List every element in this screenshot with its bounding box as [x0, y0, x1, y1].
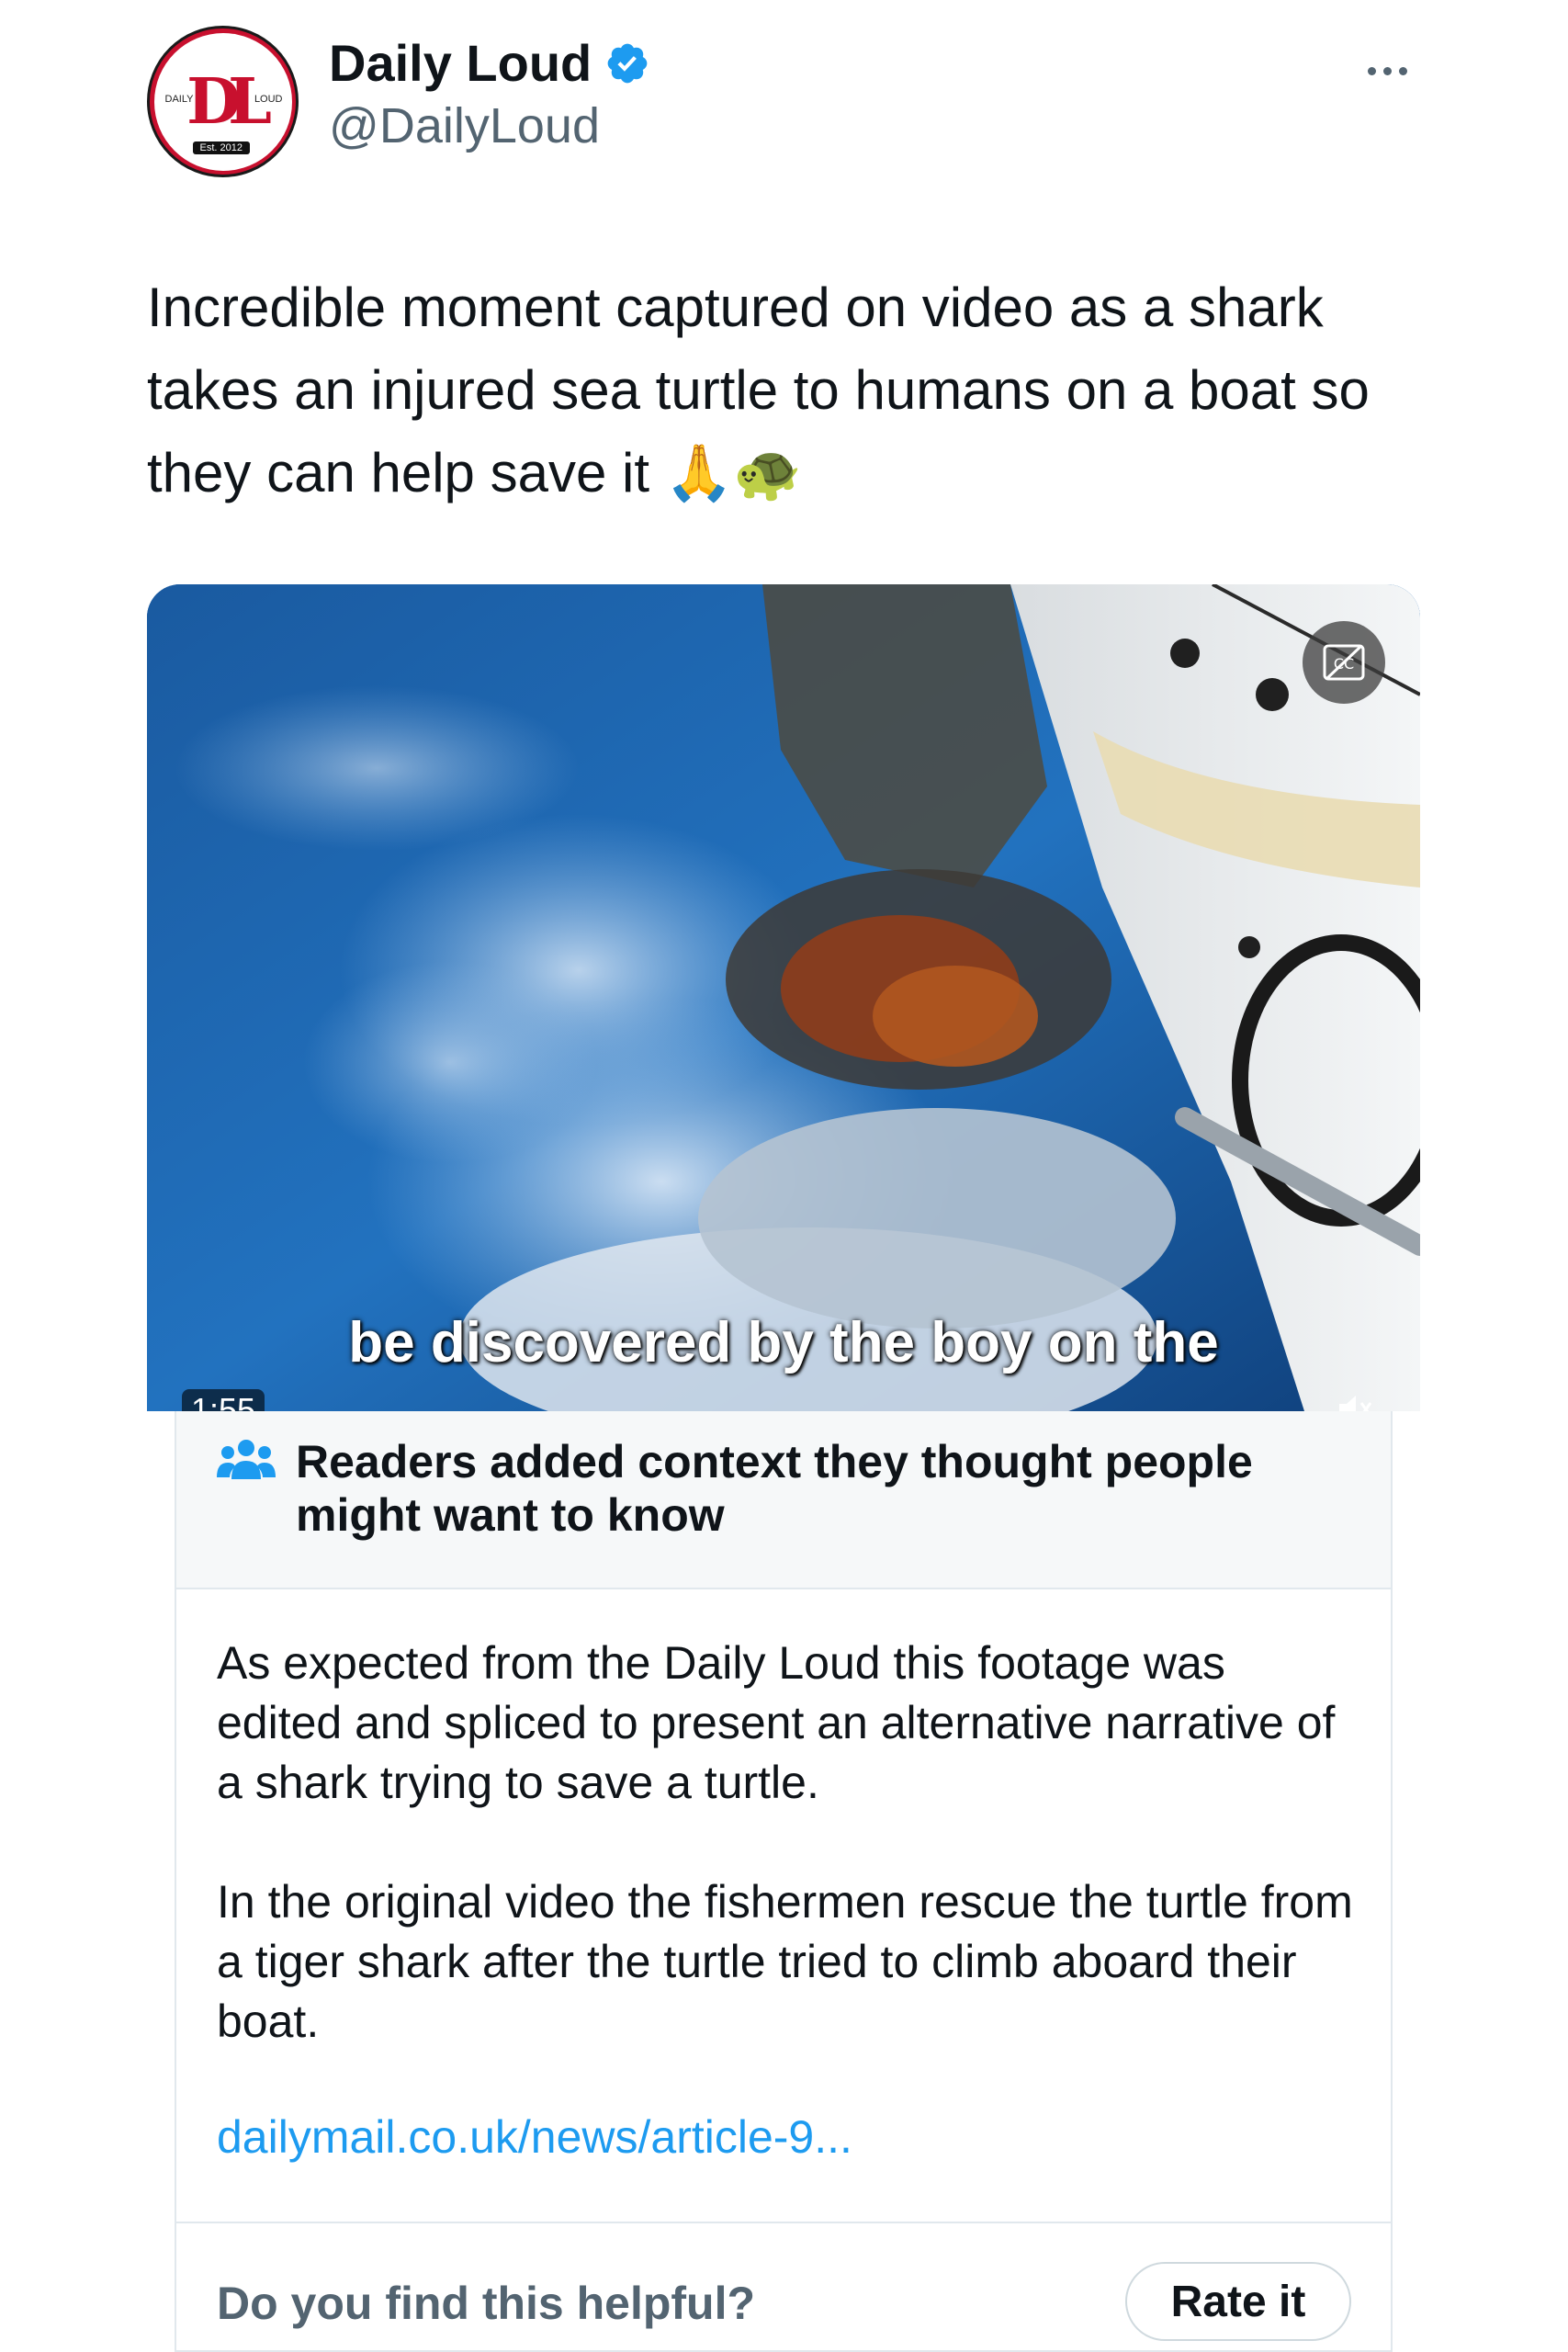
video-subtitle: be discovered by the boy on the: [348, 1311, 1219, 1374]
captions-icon[interactable]: CC: [1303, 621, 1385, 704]
community-note-source-link[interactable]: dailymail.co.uk/news/article-9...: [217, 2109, 852, 2165]
rate-it-button[interactable]: Rate it: [1125, 2262, 1351, 2341]
video-duration: 1:55: [182, 1389, 265, 1411]
people-icon: [217, 1440, 276, 1479]
author-name-row[interactable]: Daily Loud: [329, 35, 650, 92]
more-icon[interactable]: [1359, 48, 1415, 94]
avatar-left-text: DAILY: [164, 93, 194, 105]
avatar-logo: DAILY DL LOUD Est. 2012: [153, 32, 292, 171]
community-note-header: Readers added context they thought peopl…: [176, 1411, 1391, 1589]
community-note-footer: Do you find this helpful? Rate it: [176, 2222, 1391, 2352]
author-handle[interactable]: @DailyLoud: [329, 98, 600, 153]
mute-icon[interactable]: [1334, 1389, 1374, 1411]
tweet-text: Incredible moment captured on video as a…: [147, 277, 1370, 503]
avatar-monogram: DL: [186, 64, 272, 139]
helpful-question: Do you find this helpful?: [217, 2278, 756, 2329]
video-frame: [147, 584, 1420, 1411]
avatar-est-text: Est. 2012: [192, 141, 250, 154]
community-note-paragraph: In the original video the fishermen resc…: [217, 1876, 1353, 2047]
community-note-title: Readers added context they thought peopl…: [296, 1436, 1253, 1541]
community-note-paragraph: As expected from the Daily Loud this foo…: [217, 1637, 1336, 1808]
community-note: Readers added context they thought peopl…: [175, 1411, 1393, 2352]
community-note-body: As expected from the Daily Loud this foo…: [217, 1634, 1356, 2111]
avatar-right-text: LOUD: [254, 93, 283, 105]
avatar[interactable]: DAILY DL LOUD Est. 2012: [147, 26, 299, 177]
video-player[interactable]: be discovered by the boy on the CC 1:55: [147, 584, 1420, 1411]
author-display-name[interactable]: Daily Loud: [329, 35, 592, 92]
verified-badge-icon: [607, 43, 648, 84]
